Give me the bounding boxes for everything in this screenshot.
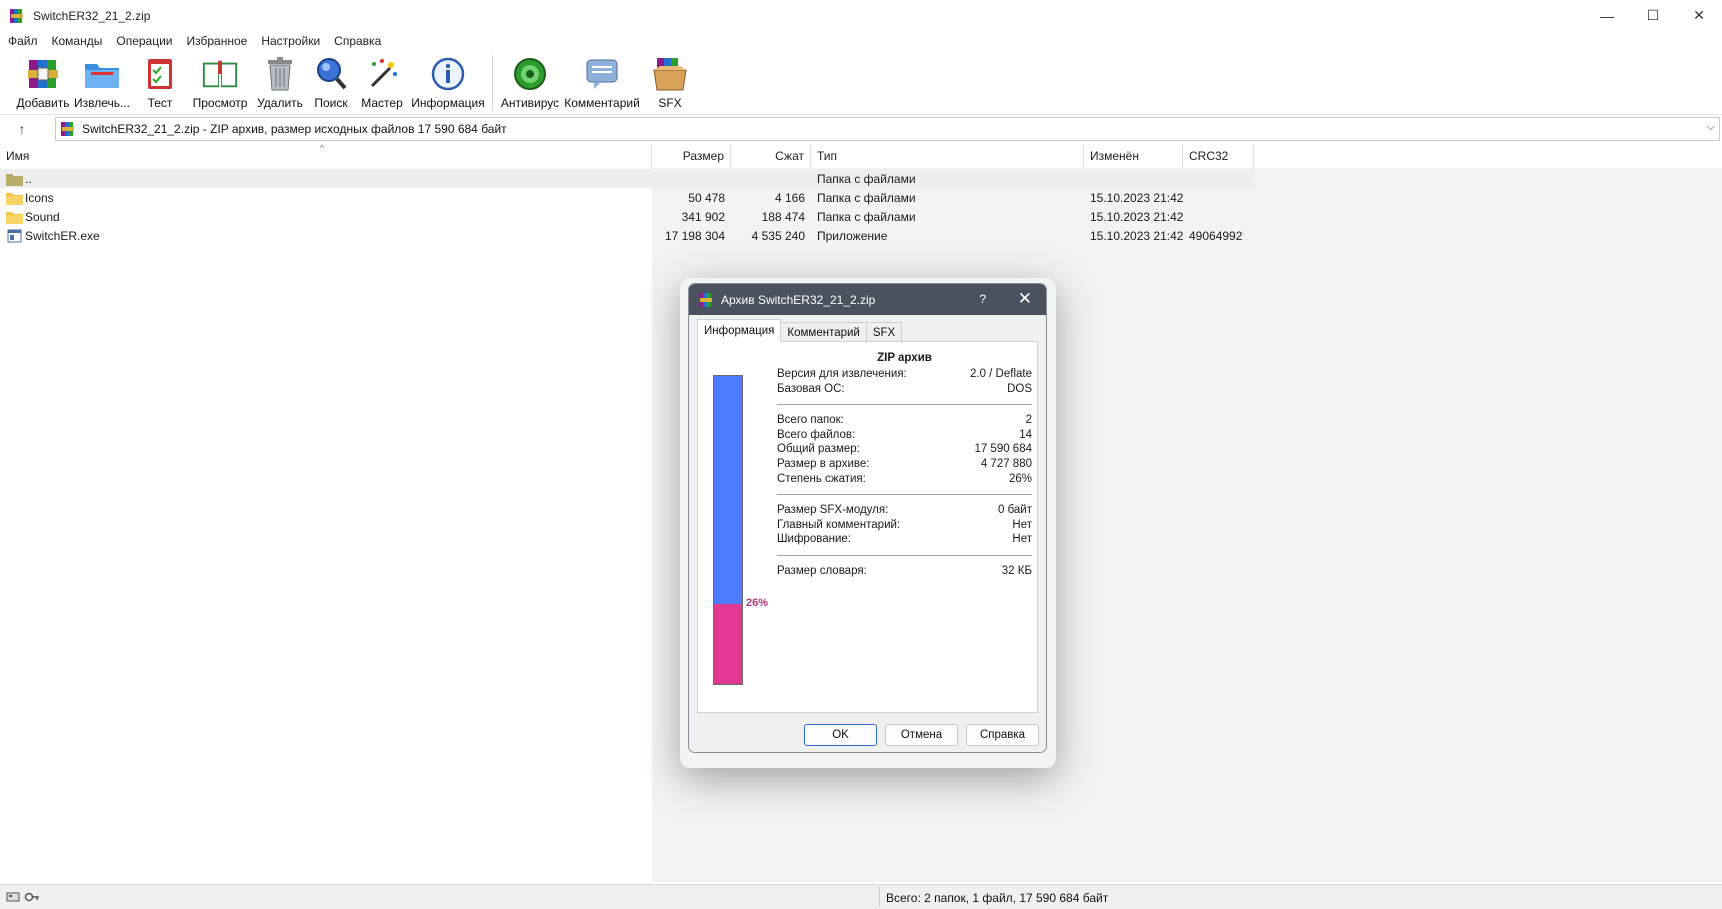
- dialog-buttons: OK Отмена Справка: [689, 724, 1046, 746]
- divider: [777, 494, 1032, 496]
- compression-percent-label: 26%: [746, 596, 769, 609]
- column-name[interactable]: Имя ^: [0, 143, 652, 168]
- column-modified[interactable]: Изменён: [1084, 144, 1183, 168]
- prop-row: Размер в архиве: 4 727 880: [777, 457, 1032, 470]
- sfx-box-icon: [653, 58, 687, 91]
- drive-icon[interactable]: [6, 891, 20, 903]
- archive-type-header: ZIP архив: [877, 352, 932, 364]
- prop-row: Всего файлов: 14: [777, 428, 1032, 441]
- archive-properties: ZIP архив Версия для извлечения: 2.0 / De…: [777, 352, 1032, 579]
- prop-row: Размер словаря: 32 КБ: [777, 564, 1032, 577]
- maximize-button[interactable]: ☐: [1630, 0, 1676, 31]
- antivirus-icon: [514, 58, 546, 90]
- toolbar-extract-button[interactable]: Извлечь...: [72, 51, 132, 113]
- tab-sfx[interactable]: SFX: [865, 322, 903, 342]
- up-arrow-icon[interactable]: ↑: [0, 117, 44, 141]
- toolbar-add-button[interactable]: Добавить: [14, 51, 72, 113]
- key-icon[interactable]: [24, 891, 40, 903]
- winrar-icon: [10, 8, 23, 23]
- prop-row: Размер SFX-модуля: 0 байт: [777, 504, 1032, 517]
- table-row[interactable]: Sound 341 902 188 474 Папка с файлами 15…: [0, 207, 1254, 226]
- winrar-icon: [699, 292, 712, 307]
- column-crc32[interactable]: CRC32: [1183, 144, 1254, 168]
- comment-icon: [586, 59, 618, 89]
- view-book-icon: [202, 60, 238, 88]
- table-row[interactable]: .. Папка с файлами: [0, 169, 1254, 188]
- close-button[interactable]: ✕: [1676, 0, 1722, 31]
- prop-row: Шифрование: Нет: [777, 533, 1032, 546]
- column-size[interactable]: Размер: [652, 144, 731, 168]
- dialog-close-button[interactable]: ✕: [1018, 289, 1032, 309]
- status-bar: Всего: 2 папок, 1 файл, 17 590 684 байт: [0, 884, 1722, 909]
- menu-favorites[interactable]: Избранное: [180, 34, 255, 48]
- magnifier-icon: [317, 58, 347, 90]
- tab-info[interactable]: Информация: [697, 319, 782, 342]
- dialog-tabs: Информация Комментарий SFX: [697, 319, 903, 342]
- toolbar-delete-button[interactable]: Удалить: [252, 51, 308, 113]
- prop-row: Версия для извлечения: 2.0 / Deflate: [777, 368, 1032, 380]
- column-type[interactable]: Тип: [811, 144, 1084, 168]
- menu-help[interactable]: Справка: [327, 34, 388, 48]
- window-controls: — ☐ ✕: [1584, 0, 1722, 31]
- toolbar-info-button[interactable]: Информация: [410, 51, 486, 113]
- winrar-icon: [61, 122, 74, 136]
- prop-row: Степень сжатия: 26%: [777, 472, 1032, 485]
- menu-settings[interactable]: Настройки: [254, 34, 327, 48]
- magic-wand-icon: [370, 59, 397, 88]
- toolbar-sfx-button[interactable]: SFX: [643, 51, 697, 113]
- toolbar-wizard-button[interactable]: Мастер: [354, 51, 410, 113]
- menu-file[interactable]: Файл: [0, 34, 45, 48]
- folder-icon: [6, 192, 23, 205]
- folder-icon: [6, 211, 23, 224]
- divider: [777, 554, 1032, 556]
- toolbar-antivirus-button[interactable]: Антивирус: [499, 51, 561, 113]
- info-icon: [431, 57, 465, 91]
- compression-ratio-bar: [713, 375, 743, 685]
- table-row[interactable]: Icons 50 478 4 166 Папка с файлами 15.10…: [0, 188, 1254, 207]
- dialog-help-button[interactable]: ?: [979, 292, 986, 306]
- prop-row: Главный комментарий: Нет: [777, 518, 1032, 531]
- menu-commands[interactable]: Команды: [45, 34, 110, 48]
- prop-row: Всего папок: 2: [777, 414, 1032, 427]
- extract-folder-icon: [85, 64, 119, 88]
- archive-info-dialog: Архив SwitchER32_21_2.zip ? ✕ Информация…: [688, 283, 1047, 753]
- window-title: SwitchER32_21_2.zip: [33, 8, 151, 23]
- parent-folder-icon: [6, 173, 23, 186]
- ok-button[interactable]: OK: [804, 724, 877, 746]
- add-archive-icon: [28, 60, 58, 88]
- toolbar-comment-button[interactable]: Комментарий: [561, 51, 643, 113]
- toolbar: Добавить Извлечь... Тест Просмотр Удалит…: [0, 51, 1722, 115]
- test-checklist-icon: [148, 59, 172, 89]
- prop-row: Базовая ОС: DOS: [777, 382, 1032, 395]
- divider: [777, 404, 1032, 406]
- toolbar-find-button[interactable]: Поиск: [308, 51, 354, 113]
- dialog-title-bar: Архив SwitchER32_21_2.zip ? ✕: [689, 284, 1046, 315]
- title-bar: SwitchER32_21_2.zip — ☐ ✕: [0, 0, 1722, 31]
- prop-row: Общий размер: 17 590 684: [777, 443, 1032, 456]
- toolbar-test-button[interactable]: Тест: [132, 51, 188, 113]
- menu-operations[interactable]: Операции: [109, 34, 179, 48]
- compressed-portion: [714, 603, 742, 684]
- chevron-down-icon[interactable]: ⌵: [1707, 121, 1715, 134]
- exe-file-icon: [7, 229, 22, 242]
- minimize-button[interactable]: —: [1584, 0, 1630, 31]
- status-separator: [879, 887, 880, 907]
- path-combobox[interactable]: SwitchER32_21_2.zip - ZIP архив, размер …: [55, 117, 1720, 141]
- sort-asc-icon: ^: [320, 143, 325, 153]
- status-text: Всего: 2 папок, 1 файл, 17 590 684 байт: [886, 891, 1109, 905]
- info-tab-page: 26% ZIP архив Версия для извлечения: 2.0 …: [697, 341, 1038, 713]
- path-text: SwitchER32_21_2.zip - ZIP архив, размер …: [82, 122, 507, 136]
- cancel-button[interactable]: Отмена: [885, 724, 958, 746]
- address-bar: ↑ SwitchER32_21_2.zip - ZIP архив, разме…: [0, 116, 1722, 142]
- toolbar-separator: [492, 55, 493, 111]
- column-header: Имя ^ Размер Сжат Тип Изменён CRC32: [0, 143, 1254, 168]
- toolbar-view-button[interactable]: Просмотр: [188, 51, 252, 113]
- column-packed[interactable]: Сжат: [731, 144, 811, 168]
- tab-comment[interactable]: Комментарий: [780, 322, 867, 342]
- dialog-title: Архив SwitchER32_21_2.zip: [721, 292, 876, 307]
- table-row[interactable]: SwitchER.exe 17 198 304 4 535 240 Прилож…: [0, 226, 1254, 245]
- trash-can-icon: [268, 57, 292, 91]
- help-button[interactable]: Справка: [966, 724, 1039, 746]
- menu-bar: Файл Команды Операции Избранное Настройк…: [0, 31, 1722, 51]
